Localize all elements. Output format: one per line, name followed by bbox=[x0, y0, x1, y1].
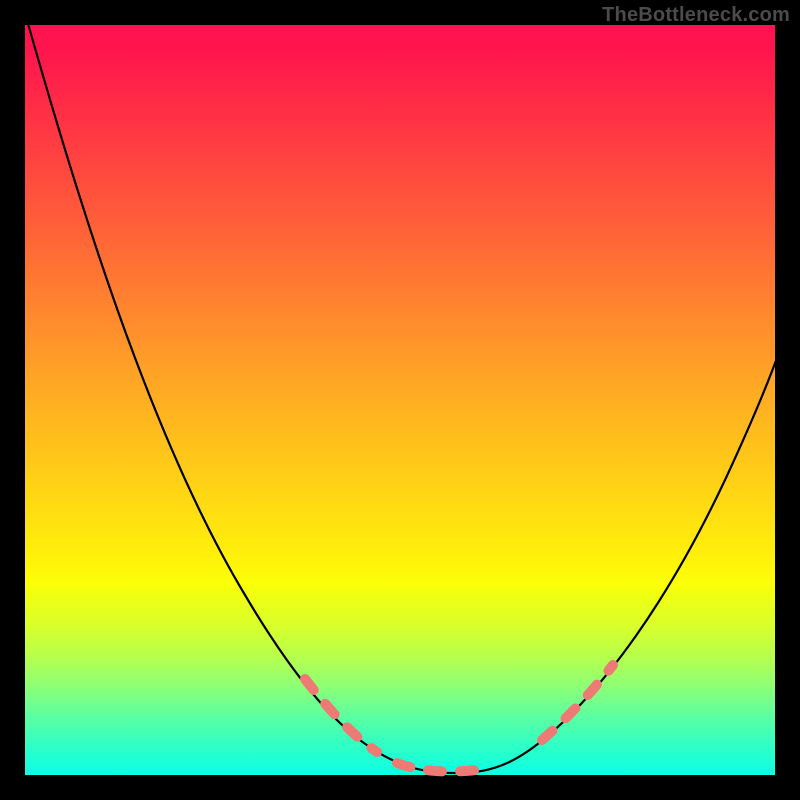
dash-segment-bottom bbox=[397, 763, 485, 771]
dash-segment-left bbox=[305, 679, 377, 752]
curve-svg bbox=[25, 25, 775, 775]
watermark-text: TheBottleneck.com bbox=[602, 4, 790, 27]
v-curve bbox=[27, 20, 777, 773]
dash-segment-right bbox=[542, 665, 613, 740]
